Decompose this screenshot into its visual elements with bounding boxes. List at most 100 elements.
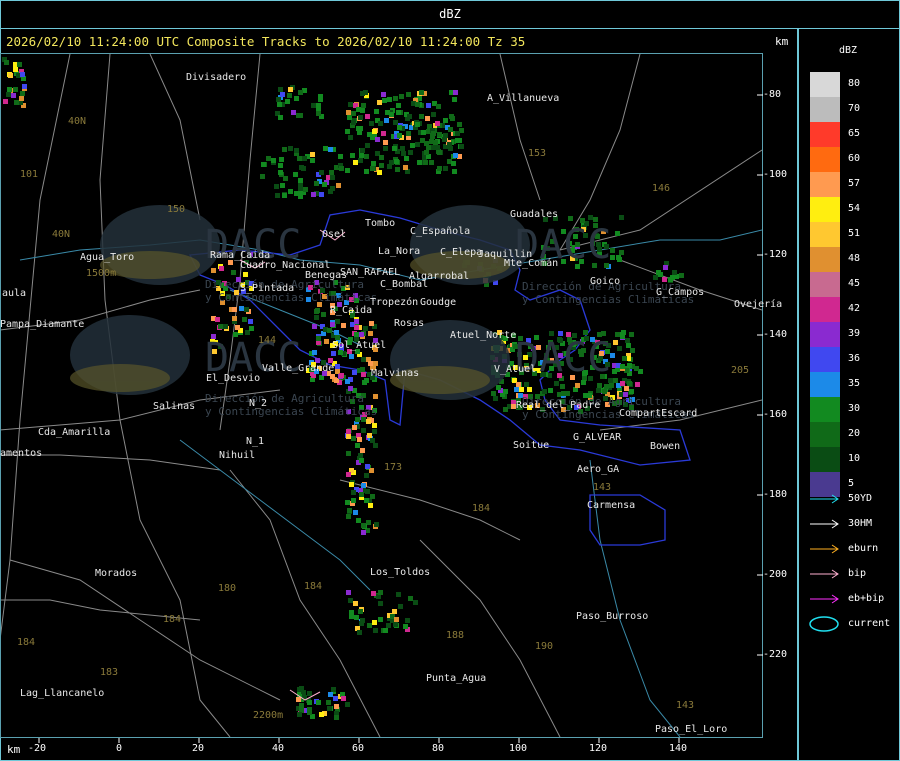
radar-pixel	[276, 97, 281, 102]
x-tick: 100	[509, 743, 528, 754]
legend-swatch-label: 45	[848, 278, 861, 289]
radar-pixel	[397, 125, 402, 130]
radar-pixel	[370, 135, 375, 140]
radar-pixel	[364, 498, 369, 503]
radar-pixel	[328, 692, 333, 697]
radar-pixel	[524, 382, 529, 387]
place-name: Soitue	[513, 440, 550, 451]
radar-pixel	[398, 604, 403, 609]
radar-pixel	[361, 483, 366, 488]
radar-pixel	[235, 325, 240, 330]
place-name: C_Elepa	[440, 247, 483, 258]
radar-pixel	[394, 159, 399, 164]
radar-pixel	[349, 354, 354, 359]
radar-pixel	[519, 387, 524, 392]
radar-pixel	[3, 99, 8, 104]
radar-pixel	[294, 96, 299, 101]
route-number: 173	[384, 462, 403, 473]
radar-pixel	[211, 268, 216, 273]
route-number: 184	[17, 637, 36, 648]
radar-pixel	[282, 193, 287, 198]
radar-pixel	[421, 130, 426, 135]
radar-pixel	[554, 381, 559, 386]
route-number: 183	[100, 667, 119, 678]
x-tick: 120	[589, 743, 608, 754]
radar-pixel	[393, 120, 398, 125]
radar-pixel	[371, 161, 376, 166]
radar-pixel	[291, 110, 296, 115]
radar-pixel	[615, 231, 620, 236]
radar-pixel	[361, 357, 366, 362]
legend-swatch	[810, 247, 840, 272]
radar-pixel	[406, 92, 411, 97]
radar-pixel	[443, 118, 448, 123]
radar-pixel	[378, 617, 383, 622]
radar-pixel	[375, 137, 380, 142]
radar-pixel	[345, 379, 350, 384]
radar-pixel	[374, 109, 379, 114]
route-number: 184	[472, 503, 491, 514]
route-number: 188	[446, 630, 465, 641]
radar-map[interactable]	[0, 0, 798, 761]
place-name: C_Española	[410, 226, 471, 237]
radar-pixel	[13, 87, 18, 92]
radar-pixel	[613, 378, 618, 383]
radar-pixel	[368, 331, 373, 336]
radar-pixel	[429, 160, 434, 165]
radar-pixel	[393, 96, 398, 101]
place-name: N_2	[249, 398, 268, 409]
y-tick: -80	[763, 89, 782, 100]
radar-pixel	[357, 437, 362, 442]
route-number: 184	[304, 581, 323, 592]
radar-pixel	[369, 121, 374, 126]
radar-pixel	[514, 387, 519, 392]
radar-pixel	[360, 91, 365, 96]
radar-pixel	[318, 94, 323, 99]
radar-pixel	[382, 98, 387, 103]
radar-pixel	[346, 451, 351, 456]
radar-pixel	[346, 514, 351, 519]
radar-pixel	[568, 216, 573, 221]
place-name: G_Campos	[656, 287, 705, 298]
radar-pixel	[297, 191, 302, 196]
radar-pixel	[477, 266, 482, 271]
radar-pixel	[280, 92, 285, 97]
radar-pixel	[381, 131, 386, 136]
place-name: Tombo	[365, 218, 396, 229]
radar-pixel	[370, 438, 375, 443]
legend-swatch-label: 20	[848, 428, 861, 439]
radar-pixel	[372, 620, 377, 625]
radar-pixel	[452, 169, 457, 174]
radar-pixel	[231, 270, 236, 275]
radar-pixel	[271, 158, 276, 163]
radar-pixel	[330, 175, 335, 180]
radar-pixel	[355, 443, 360, 448]
legend-swatch	[810, 422, 840, 447]
radar-pixel	[358, 158, 363, 163]
radar-pixel	[341, 696, 346, 701]
legend-swatch-label: 36	[848, 353, 861, 364]
radar-pixel	[408, 596, 413, 601]
radar-pixel	[327, 706, 332, 711]
legend-swatch	[810, 322, 840, 347]
place-name: Goudge	[420, 297, 457, 308]
radar-pixel	[310, 158, 315, 163]
radar-pixel	[368, 361, 373, 366]
radar-pixel	[491, 391, 496, 396]
legend-swatch-label: 10	[848, 453, 861, 464]
radar-pixel	[373, 628, 378, 633]
place-name: Atuel_Norte	[450, 330, 517, 341]
radar-pixel	[383, 628, 388, 633]
radar-pixel	[249, 326, 254, 331]
radar-pixel	[298, 90, 303, 95]
radar-pixel	[354, 325, 359, 330]
x-tick: -20	[28, 743, 47, 754]
radar-pixel	[278, 163, 283, 168]
radar-pixel	[293, 172, 298, 177]
watermark-text: Dirección de Agricultura	[205, 392, 364, 405]
radar-pixel	[248, 319, 253, 324]
radar-pixel	[278, 87, 283, 92]
legend-swatch-label: 51	[848, 228, 861, 239]
radar-pixel	[616, 255, 621, 260]
radar-pixel	[453, 90, 458, 95]
